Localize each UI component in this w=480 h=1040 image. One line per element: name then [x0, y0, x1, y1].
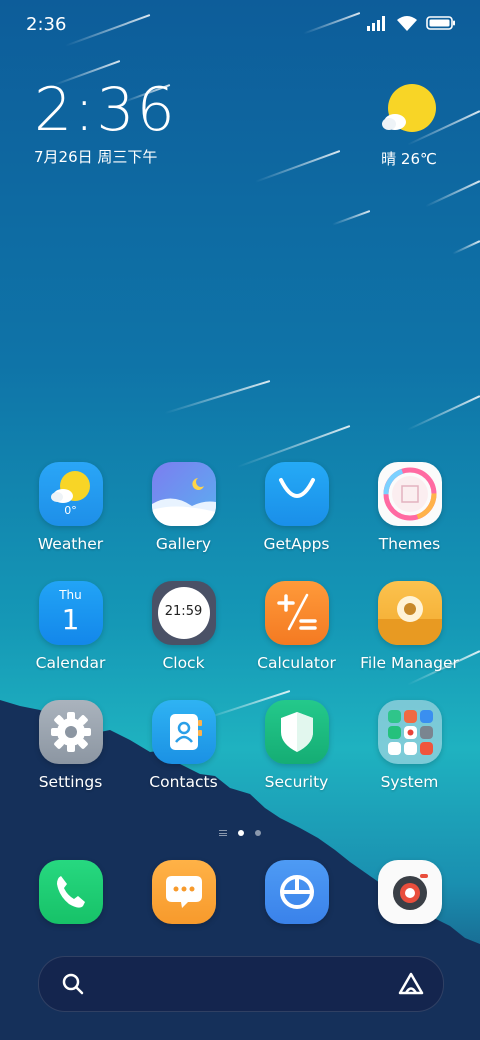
security-icon	[264, 700, 329, 764]
calendar-icon: Thu 1	[38, 581, 103, 645]
app-getapps[interactable]: GetApps	[240, 462, 353, 553]
app-settings[interactable]: Settings	[14, 700, 127, 791]
calculator-icon	[264, 581, 329, 645]
app-contacts[interactable]: Contacts	[127, 700, 240, 791]
browser-icon[interactable]	[264, 860, 329, 924]
page-dot-current	[238, 830, 244, 836]
app-label: File Manager	[360, 654, 459, 672]
file-manager-icon	[377, 581, 442, 645]
app-system-folder[interactable]: System	[353, 700, 466, 791]
assistant-icon[interactable]	[397, 971, 425, 1001]
widget-date: 7月26日 周三下午	[34, 148, 158, 166]
app-label: GetApps	[263, 535, 330, 553]
app-gallery[interactable]: Gallery	[127, 462, 240, 553]
widget-time: 2:36	[34, 75, 177, 145]
contacts-icon	[151, 700, 216, 764]
calendar-day-num: 1	[61, 603, 80, 636]
calendar-day-name: Thu	[59, 588, 82, 602]
phone-icon[interactable]	[38, 860, 103, 924]
settings-icon	[38, 700, 103, 764]
messages-icon[interactable]	[151, 860, 216, 924]
search-bar[interactable]	[38, 956, 444, 1012]
weather-condition: 晴 26℃	[381, 150, 437, 168]
battery-icon	[426, 15, 456, 35]
weather-widget[interactable]: 晴 26℃	[374, 82, 444, 169]
app-grid: 0° Weather Gallery GetApps Themes Thu 1 …	[14, 462, 466, 791]
clock-widget[interactable]: 2:36 7月26日 周三下午	[34, 78, 177, 167]
app-label: Clock	[162, 654, 205, 672]
status-bar: 2:36	[0, 10, 480, 40]
search-icon	[61, 972, 85, 1000]
app-file-manager[interactable]: File Manager	[353, 581, 466, 672]
gallery-icon	[151, 462, 216, 526]
clock-face-time: 21:59	[164, 604, 203, 619]
app-weather[interactable]: 0° Weather	[14, 462, 127, 553]
app-label: Gallery	[155, 535, 212, 553]
app-label: Security	[264, 773, 329, 791]
app-calculator[interactable]: Calculator	[240, 581, 353, 672]
app-label: Themes	[378, 535, 441, 553]
page-indicator[interactable]	[0, 830, 480, 836]
camera-icon[interactable]	[377, 860, 442, 924]
system-folder-icon	[377, 700, 442, 764]
getapps-icon	[264, 462, 329, 526]
app-label: Weather	[37, 535, 104, 553]
sunny-icon	[381, 84, 437, 142]
app-label: Calendar	[35, 654, 106, 672]
themes-icon	[377, 462, 442, 526]
minus-one-screen-icon	[219, 830, 227, 836]
app-label: System	[380, 773, 439, 791]
app-themes[interactable]: Themes	[353, 462, 466, 553]
clock-icon: 21:59	[151, 581, 216, 645]
app-label: Calculator	[257, 654, 336, 672]
app-label: Contacts	[149, 773, 218, 791]
app-clock[interactable]: 21:59 Clock	[127, 581, 240, 672]
dock	[14, 860, 466, 924]
app-label: Settings	[38, 773, 103, 791]
weather-badge: 0°	[64, 504, 77, 517]
app-calendar[interactable]: Thu 1 Calendar	[14, 581, 127, 672]
status-time: 2:36	[26, 14, 67, 35]
signal-icon	[366, 15, 388, 35]
page-dot	[255, 830, 261, 836]
app-security[interactable]: Security	[240, 700, 353, 791]
wifi-icon	[396, 15, 418, 35]
weather-icon: 0°	[38, 462, 103, 526]
